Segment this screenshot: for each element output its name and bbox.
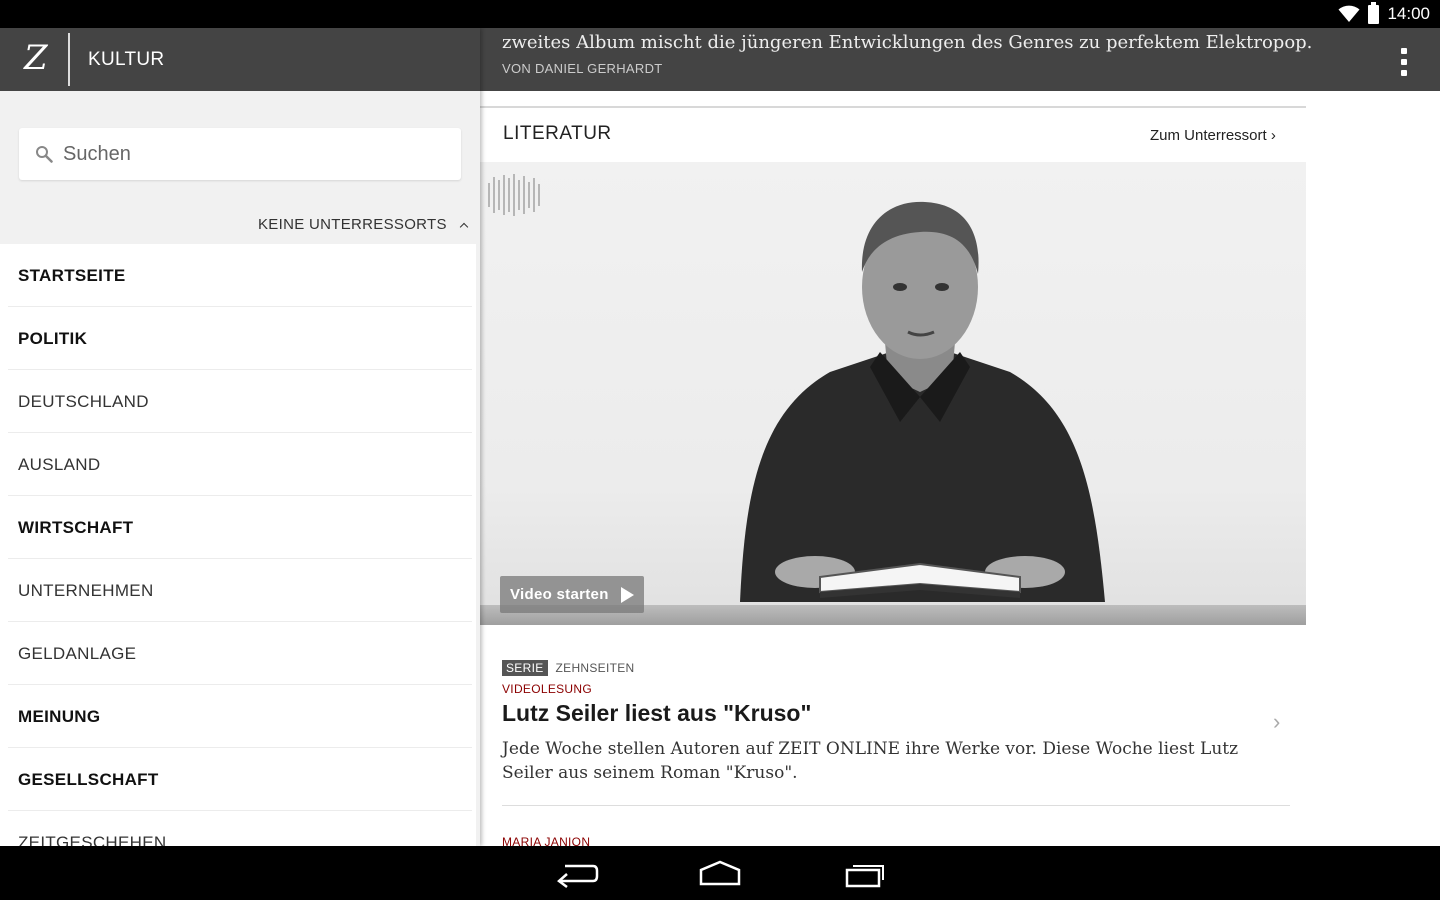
- system-navigation-bar: [0, 846, 1440, 900]
- video-start-button[interactable]: Video starten: [500, 576, 644, 613]
- main-content[interactable]: zweites Album mischt die jüngeren Entwic…: [480, 28, 1440, 846]
- waveform-logo: [488, 174, 540, 216]
- subsections-toggle-label: KEINE UNTERRESSORTS: [258, 216, 447, 233]
- chevron-up-icon: [459, 222, 469, 231]
- header-divider: [68, 33, 70, 86]
- search-icon: [36, 146, 53, 163]
- nav-item-unternehmen[interactable]: UNTERNEHMEN: [0, 559, 476, 622]
- previous-article-description: zweites Album mischt die jüngeren Entwic…: [502, 32, 1313, 53]
- nav-item-geldanlage[interactable]: GELDANLAGE: [0, 622, 476, 685]
- home-icon[interactable]: [697, 858, 743, 888]
- subsection-link[interactable]: Zum Unterressort ›: [1150, 127, 1276, 144]
- nav-item-startseite[interactable]: STARTSEITE: [0, 244, 476, 307]
- section-divider: [480, 106, 1306, 108]
- series-badge: SERIE: [502, 660, 548, 676]
- zeit-logo[interactable]: Z: [24, 38, 48, 78]
- app-header: Z KULTUR: [0, 28, 480, 91]
- next-article-kicker[interactable]: MARIA JANION: [502, 835, 590, 846]
- back-icon[interactable]: [553, 858, 599, 888]
- wifi-icon: [1338, 5, 1360, 22]
- previous-article-teaser[interactable]: zweites Album mischt die jüngeren Entwic…: [480, 28, 1440, 91]
- video-start-label: Video starten: [510, 586, 609, 603]
- subsections-toggle[interactable]: KEINE UNTERRESSORTS: [258, 216, 469, 233]
- search-input[interactable]: [63, 128, 443, 180]
- status-indicators: 14:00: [1338, 0, 1430, 28]
- play-icon: [620, 586, 634, 603]
- recents-icon[interactable]: [843, 858, 889, 888]
- nav-item-politik[interactable]: POLITIK: [0, 307, 476, 370]
- battery-icon: [1368, 1, 1380, 24]
- nav-item-gesellschaft[interactable]: GESELLSCHAFT: [0, 748, 476, 811]
- nav-item-ausland[interactable]: AUSLAND: [0, 433, 476, 496]
- section-title: LITERATUR: [503, 123, 612, 144]
- nav-item-meinung[interactable]: MEINUNG: [0, 685, 476, 748]
- video-thumbnail[interactable]: Video starten: [480, 162, 1306, 625]
- nav-item-wirtschaft[interactable]: WIRTSCHAFT: [0, 496, 476, 559]
- article-meta: SERIE ZEHNSEITEN: [502, 660, 1292, 676]
- status-time: 14:00: [1387, 4, 1430, 23]
- article-headline[interactable]: Lutz Seiler liest aus "Kruso": [502, 700, 1292, 727]
- previous-article-author: VON DANIEL GERHARDT: [502, 61, 663, 76]
- chevron-right-icon[interactable]: ›: [1273, 709, 1280, 735]
- status-bar: 14:00: [0, 0, 1440, 28]
- series-name: ZEHNSEITEN: [555, 661, 635, 675]
- speaker-image: [740, 201, 1105, 602]
- overflow-menu-icon[interactable]: [1392, 48, 1416, 76]
- article-summary: Jede Woche stellen Autoren auf ZEIT ONLI…: [502, 739, 1239, 783]
- article-kicker: VIDEOLESUNG: [502, 682, 592, 696]
- nav-item-deutschland[interactable]: DEUTSCHLAND: [0, 370, 476, 433]
- article-teaser[interactable]: SERIE ZEHNSEITEN VIDEOLESUNG Lutz Seiler…: [502, 660, 1292, 785]
- article-divider: [502, 805, 1290, 806]
- section-nav-list: STARTSEITE POLITIK DEUTSCHLAND AUSLAND W…: [0, 244, 476, 846]
- nav-item-zeitgeschehen[interactable]: ZEITGESCHEHEN: [0, 811, 476, 847]
- search-box[interactable]: [19, 128, 461, 180]
- current-section-title: KULTUR: [88, 49, 165, 70]
- navigation-drawer[interactable]: Z KULTUR KEINE UNTERRESSORTS STARTSEITE …: [0, 28, 480, 846]
